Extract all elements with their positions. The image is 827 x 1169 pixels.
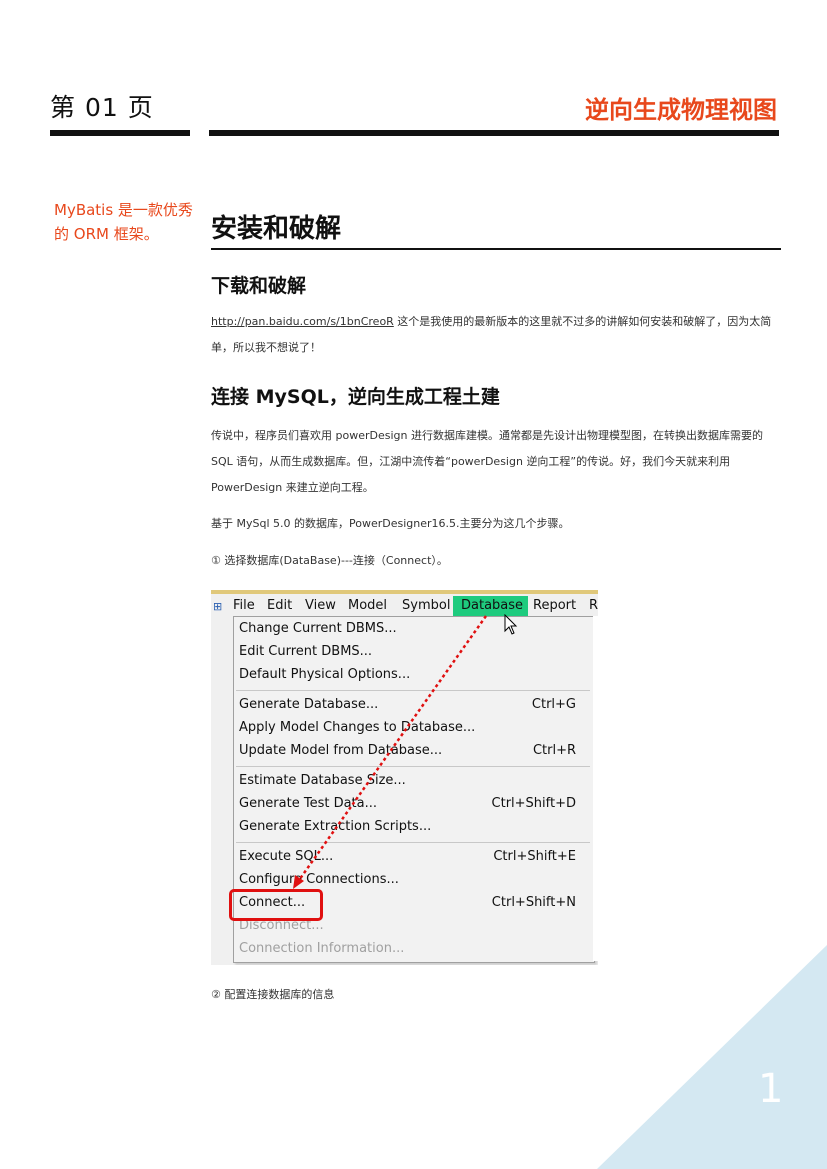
heading-connect: 连接 MySQL，逆向生成工程土建 — [211, 386, 500, 408]
heading-install: 安装和破解 — [211, 214, 342, 244]
pointer-arrow — [293, 615, 488, 889]
download-paragraph: http://pan.baidu.com/s/1bnCreoR 这个是我使用的最… — [211, 309, 781, 361]
header-rule-left — [50, 130, 190, 136]
page-number: 1 — [758, 1066, 784, 1112]
page-label: 第 01 页 — [50, 93, 154, 122]
mouse-cursor-icon — [504, 614, 518, 635]
menu-screenshot: ⊞ File Edit View Model Symbol Database R… — [211, 590, 598, 965]
step2-text: ② 配置连接数据库的信息 — [211, 988, 335, 1001]
base-paragraph: 基于 MySql 5.0 的数据库，PowerDesigner16.5.主要分为… — [211, 517, 570, 530]
intro-paragraph: 传说中，程序员们喜欢用 powerDesign 进行数据库建模。通常都是先设计出… — [211, 429, 763, 494]
header-rule-right — [209, 130, 779, 136]
heading-rule — [211, 248, 781, 250]
heading-download: 下载和破解 — [211, 275, 307, 297]
section-title: 逆向生成物理视图 — [585, 96, 777, 124]
download-link[interactable]: http://pan.baidu.com/s/1bnCreoR — [211, 315, 394, 328]
sidenote: MyBatis 是一款优秀的 ORM 框架。 — [54, 201, 193, 243]
step1-text: ① 选择数据库(DataBase)---连接（Connect）。 — [211, 554, 448, 567]
